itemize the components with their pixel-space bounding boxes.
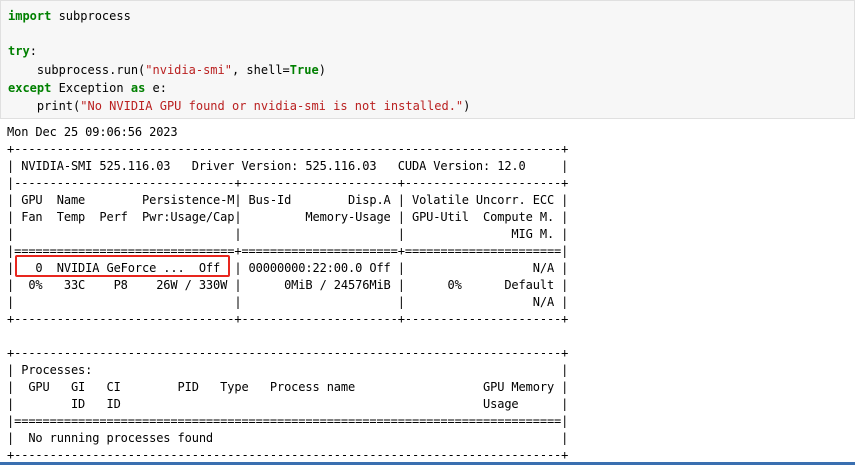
code-line: except Exception as e:	[8, 79, 167, 97]
output-line: |-------------------------------+-------…	[7, 176, 569, 190]
code-text: )	[463, 99, 471, 113]
code-keyword: except	[8, 81, 52, 95]
output-line: | | | N/A |	[7, 295, 569, 309]
code-text: , shell=	[231, 63, 290, 77]
code-line: import subprocess	[8, 7, 131, 25]
output-line: | | | MIG M. |	[7, 227, 569, 241]
output-line: | GPU GI CI PID Type Process name GPU Me…	[7, 380, 569, 394]
code-text: print(	[8, 99, 81, 113]
code-keyword: import	[8, 9, 52, 23]
output-line: | No running processes found |	[7, 431, 569, 445]
output-line: |=======================================…	[7, 414, 569, 428]
code-text: subprocess.run(	[8, 63, 146, 77]
code-string: "nvidia-smi"	[145, 63, 232, 77]
code-text: Exception	[51, 81, 131, 95]
code-keyword: try	[8, 44, 30, 58]
output-line: | NVIDIA-SMI 525.116.03 Driver Version: …	[7, 159, 569, 173]
output-line: +---------------------------------------…	[7, 346, 569, 360]
output-timestamp: Mon Dec 25 09:06:56 2023	[7, 125, 178, 139]
code-keyword: as	[130, 81, 146, 95]
output-line: +-------------------------------+-------…	[7, 312, 569, 326]
code-line: print("No NVIDIA GPU found or nvidia-smi…	[8, 97, 471, 115]
code-string: "No NVIDIA GPU found or nvidia-smi is no…	[80, 99, 464, 113]
gpu-row: | 0 NVIDIA GeForce ... Off | 00000000:22…	[7, 261, 569, 275]
output-line: | 0% 33C P8 26W / 330W | 0MiB / 24576MiB…	[7, 278, 569, 292]
output-line: | GPU Name Persistence-M| Bus-Id Disp.A …	[7, 193, 569, 207]
code-text: e:	[145, 81, 167, 95]
code-text: :	[29, 44, 37, 58]
code-text: )	[318, 63, 326, 77]
cell-output: Mon Dec 25 09:06:56 2023 +--------------…	[0, 119, 855, 462]
output-line: | Fan Temp Perf Pwr:Usage/Cap| Memory-Us…	[7, 210, 569, 224]
code-line: subprocess.run("nvidia-smi", shell=True)	[8, 61, 326, 79]
code-cell[interactable]: import subprocess try: subprocess.run("n…	[0, 0, 855, 119]
code-line: try:	[8, 42, 37, 60]
output-line: |===============================+=======…	[7, 244, 569, 258]
output-line: +---------------------------------------…	[7, 142, 569, 156]
cell-separator	[0, 462, 855, 476]
code-keyword: True	[289, 63, 319, 77]
output-line: | ID ID Usage |	[7, 397, 569, 411]
cell-separator-line	[0, 463, 855, 465]
output-line: | Processes: |	[7, 363, 569, 377]
code-text: subprocess	[51, 9, 131, 23]
